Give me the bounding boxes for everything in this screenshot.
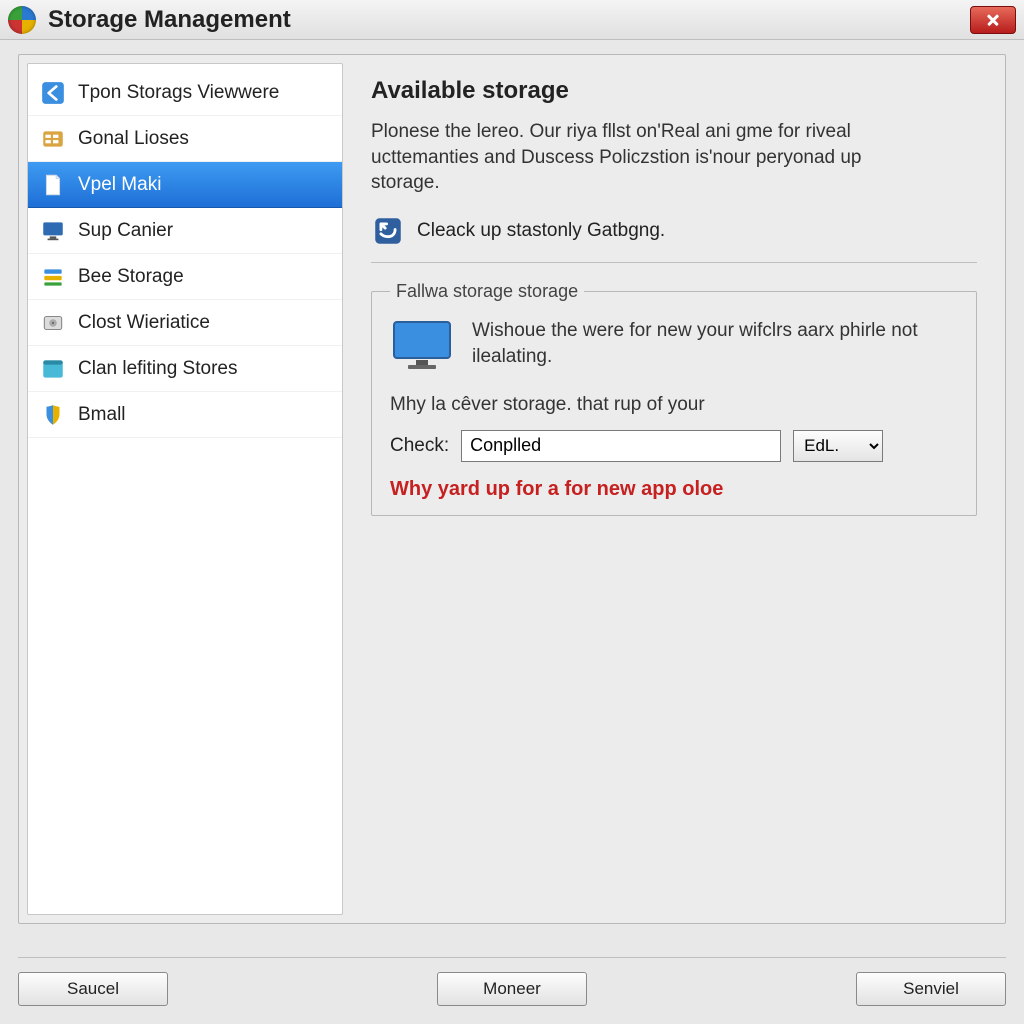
sidebar-item-label: Sup Canier <box>78 220 173 242</box>
sidebar-item-sup-canier[interactable]: Sup Canier <box>28 208 342 254</box>
sidebar-item-clan-lefiting[interactable]: Clan lefiting Stores <box>28 346 342 392</box>
sidebar-item-label: Bee Storage <box>78 266 184 288</box>
group-subtext: Mhy la cêver storage. that rup of your <box>390 394 958 416</box>
shield-icon <box>40 402 66 428</box>
sidebar-item-label: Clan lefiting Stores <box>78 358 237 380</box>
sidebar-item-bmall[interactable]: Bmall <box>28 392 342 438</box>
footer: Saucel Moneer Senviel <box>18 957 1006 1006</box>
cleanup-action[interactable]: Cleack up stastonly Gatbgng. <box>371 214 977 248</box>
window-icon <box>40 356 66 382</box>
sidebar: Tpon Storags Viewwere Gonal Lioses Vpel … <box>27 63 343 915</box>
client-area: Tpon Storags Viewwere Gonal Lioses Vpel … <box>18 54 1006 924</box>
content-heading: Available storage <box>371 77 977 105</box>
window-title: Storage Management <box>48 6 970 34</box>
cleanup-icon <box>371 214 405 248</box>
storage-group: Fallwa storage storage Wishoue the were … <box>371 281 977 516</box>
sidebar-item-label: Bmall <box>78 404 126 426</box>
check-input[interactable] <box>461 430 781 462</box>
document-icon <box>40 172 66 198</box>
monitor-icon <box>390 318 454 372</box>
check-dropdown[interactable]: EdL. <box>793 430 883 462</box>
sidebar-item-tpon-storags[interactable]: Tpon Storags Viewwere <box>28 70 342 116</box>
window-root: Storage Management Tpon Storags Viewwere… <box>0 0 1024 1024</box>
sidebar-item-label: Vpel Maki <box>78 174 161 196</box>
warning-text: Why yard up for a for new app oloe <box>390 478 958 501</box>
sidebar-item-bee-storage[interactable]: Bee Storage <box>28 254 342 300</box>
check-label: Check: <box>390 435 449 457</box>
sidebar-item-vpel-maki[interactable]: Vpel Maki <box>28 162 342 208</box>
drive-icon <box>40 310 66 336</box>
titlebar: Storage Management <box>0 0 1024 40</box>
sidebar-item-gonal-lioses[interactable]: Gonal Lioses <box>28 116 342 162</box>
content-description: Plonese the lereo. Our riya fllst on'Rea… <box>371 119 931 196</box>
separator <box>371 262 977 263</box>
folder-grid-icon <box>40 126 66 152</box>
moneer-button[interactable]: Moneer <box>437 972 587 1006</box>
check-row: Check: EdL. <box>390 430 958 462</box>
group-legend: Fallwa storage storage <box>390 281 584 302</box>
sidebar-item-clost-wieriatice[interactable]: Clost Wieriatice <box>28 300 342 346</box>
sidebar-item-label: Tpon Storags Viewwere <box>78 82 279 104</box>
cleanup-label: Cleack up stastonly Gatbgng. <box>417 220 665 242</box>
sidebar-item-label: Gonal Lioses <box>78 128 189 150</box>
sidebar-item-label: Clost Wieriatice <box>78 312 210 334</box>
close-button[interactable] <box>970 6 1016 34</box>
app-icon <box>8 6 36 34</box>
back-arrow-icon <box>40 80 66 106</box>
monitor-text: Wishoue the were for new your wifclrs aa… <box>472 318 958 369</box>
stack-icon <box>40 264 66 290</box>
senviel-button[interactable]: Senviel <box>856 972 1006 1006</box>
monitor-small-icon <box>40 218 66 244</box>
monitor-row: Wishoue the were for new your wifclrs aa… <box>390 318 958 372</box>
cancel-button[interactable]: Saucel <box>18 972 168 1006</box>
content-panel: Available storage Plonese the lereo. Our… <box>343 55 1005 923</box>
